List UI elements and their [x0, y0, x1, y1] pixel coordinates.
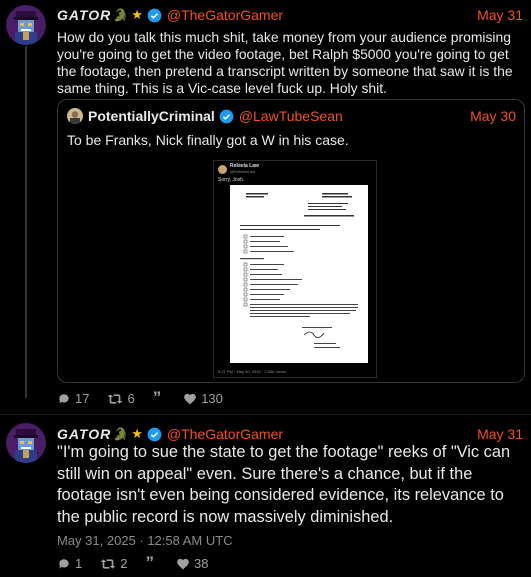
tweet-timestamp[interactable]: May 31, 2025 · 12:58 AM UTC — [57, 533, 233, 548]
reply-button[interactable]: 1 — [57, 556, 82, 571]
reply-icon — [57, 557, 71, 571]
quote-icon: ” — [145, 552, 154, 572]
retweet-count: 6 — [127, 391, 135, 406]
tweet-date[interactable]: May 31 — [477, 7, 523, 23]
tweet-1-header: GATOR 🐊 ★ @TheGatorGamer — [57, 6, 283, 24]
tweet-text: How do you talk this much shit, take mon… — [57, 29, 513, 96]
thread-line — [25, 46, 27, 398]
gator-avatar[interactable] — [6, 423, 46, 463]
court-document — [230, 185, 368, 363]
user-handle[interactable]: @TheGatorGamer — [167, 7, 283, 23]
tweet-date[interactable]: May 31 — [477, 426, 523, 442]
quoted-header: PotentiallyCriminal @LawTubeSean — [88, 108, 343, 124]
tweet-2-stats: 1 2 ” 38 — [57, 552, 226, 572]
tweet-2[interactable]: GATOR 🐊 ★ @TheGatorGamer May 31 "I'm goi… — [0, 418, 531, 577]
quoted-avatar[interactable] — [67, 108, 83, 124]
quote-icon: ” — [152, 387, 162, 407]
star-emoji-icon: ★ — [131, 7, 143, 22]
quoted-avatar-art — [67, 108, 83, 124]
verified-badge-icon — [147, 8, 162, 23]
quoted-date[interactable]: May 30 — [470, 108, 516, 124]
retweet-icon — [107, 392, 123, 406]
tweet-2-header: GATOR 🐊 ★ @TheGatorGamer — [57, 425, 283, 443]
reply-count: 17 — [75, 391, 90, 406]
media-footer: 5:21 PM · May 30, 2025 · 2,886 Views — [218, 369, 286, 374]
quoted-display-name[interactable]: PotentiallyCriminal — [88, 108, 215, 124]
reply-button[interactable]: 17 — [57, 391, 89, 406]
quote-button[interactable]: ” — [152, 387, 166, 407]
star-emoji-icon: ★ — [131, 426, 143, 441]
like-count: 38 — [193, 556, 209, 571]
retweet-button[interactable]: 6 — [107, 391, 135, 406]
quoted-text: To be Franks, Nick finally got a W in hi… — [67, 132, 349, 148]
verified-badge-icon — [147, 427, 162, 442]
quoted-media-image[interactable]: Rekieta Law @RekietaLaw Sorry, Josh. 5:2… — [213, 160, 377, 378]
media-author-handle: @RekietaLaw — [230, 169, 255, 174]
court-document-lines — [240, 193, 358, 348]
like-icon — [176, 557, 190, 570]
media-avatar-icon — [218, 165, 227, 174]
tweet-1[interactable]: GATOR 🐊 ★ @TheGatorGamer May 31 How do y… — [0, 0, 531, 410]
gator-avatar-art — [6, 5, 46, 45]
verified-badge-icon — [219, 109, 234, 124]
gator-avatar[interactable] — [6, 5, 46, 45]
retweet-button[interactable]: 2 — [100, 556, 127, 571]
quote-button[interactable]: ” — [145, 552, 158, 572]
like-button[interactable]: 130 — [183, 391, 223, 406]
tweet-text: "I'm going to sue the state to get the f… — [57, 443, 511, 526]
tweet-1-stats: 17 6 ” 130 — [57, 387, 241, 407]
display-name[interactable]: GATOR — [57, 7, 111, 23]
like-button[interactable]: 38 — [176, 556, 208, 571]
quoted-tweet[interactable]: PotentiallyCriminal @LawTubeSean May 30 … — [57, 99, 525, 383]
retweet-icon — [100, 557, 116, 571]
croc-emoji-icon: 🐊 — [113, 8, 129, 22]
retweet-count: 2 — [120, 556, 128, 571]
user-handle[interactable]: @TheGatorGamer — [167, 426, 283, 442]
like-icon — [183, 392, 197, 405]
quoted-handle[interactable]: @LawTubeSean — [239, 108, 343, 124]
like-count: 130 — [201, 391, 223, 406]
media-caption: Sorry, Josh. — [218, 177, 245, 183]
tweet-divider — [0, 414, 531, 415]
croc-emoji-icon: 🐊 — [113, 427, 129, 441]
gator-avatar-art — [6, 423, 46, 463]
display-name[interactable]: GATOR — [57, 426, 111, 442]
reply-count: 1 — [75, 556, 83, 571]
reply-icon — [57, 392, 71, 406]
